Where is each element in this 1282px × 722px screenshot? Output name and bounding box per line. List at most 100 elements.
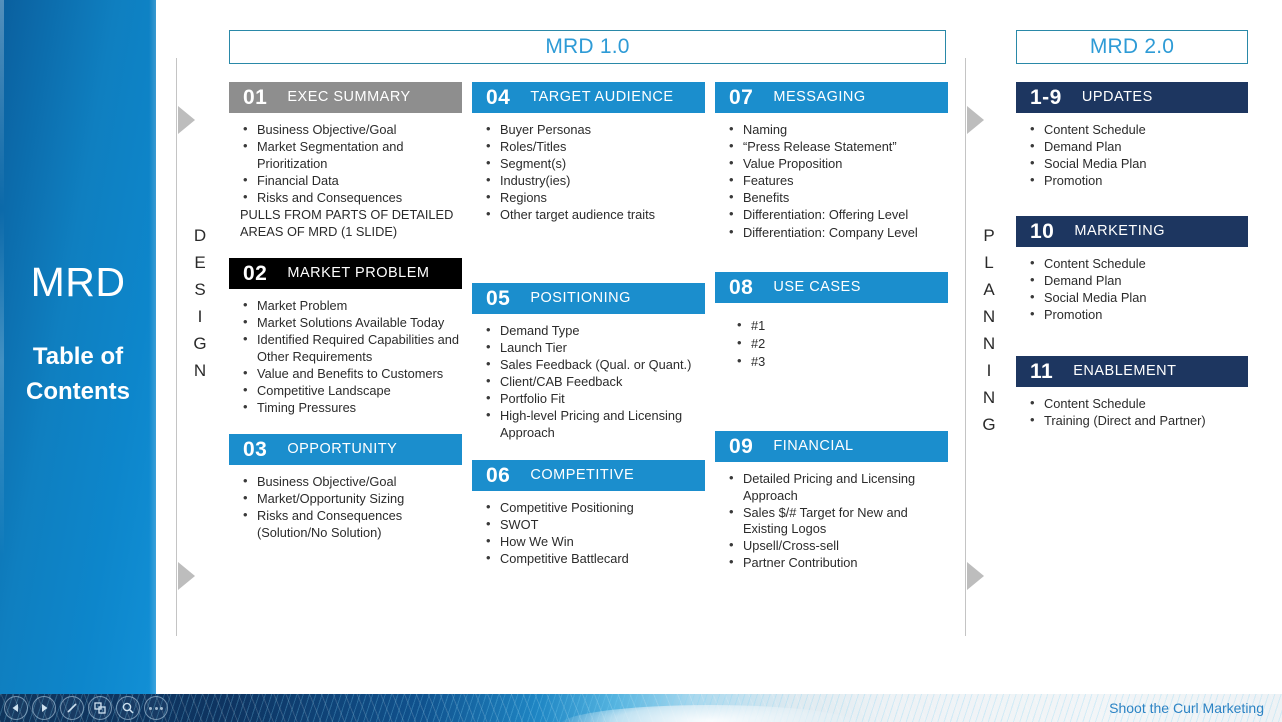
section-header-updates: 1-9 UPDATES (1016, 82, 1248, 113)
list-item: Regions (482, 189, 703, 207)
zoom-button[interactable] (116, 696, 140, 720)
section-header-messaging: 07 MESSAGING (715, 82, 948, 113)
grid-icon (94, 702, 106, 714)
list-item: Buyer Personas (482, 121, 703, 139)
section-number: 04 (486, 86, 511, 109)
section-card-updates[interactable]: 1-9 UPDATES Content Schedule Demand Plan… (1016, 82, 1248, 190)
section-bullets: Content Schedule Demand Plan Social Medi… (1026, 121, 1246, 190)
section-title: USE CASES (773, 279, 861, 296)
section-title: MARKET PROBLEM (287, 265, 430, 282)
section-title: POSITIONING (530, 290, 631, 307)
section-title: FINANCIAL (773, 438, 854, 455)
section-bullets: Market Problem Market Solutions Availabl… (239, 297, 460, 417)
list-item: Partner Contribution (725, 554, 946, 572)
section-body-positioning: Demand Type Launch Tier Sales Feedback (… (472, 314, 705, 442)
planning-phase-rail (965, 58, 966, 636)
panel-subtitle: Table of Contents (0, 340, 156, 410)
section-card-enablement[interactable]: 11 ENABLEMENT Content Schedule Training … (1016, 356, 1248, 430)
group-title-mrd2-label: MRD 2.0 (1089, 35, 1175, 58)
section-note: PULLS FROM PARTS OF DETAILED AREAS OF MR… (240, 206, 454, 239)
section-body-messaging: Naming “Press Release Statement” Value P… (715, 113, 948, 241)
list-item: Promotion (1026, 172, 1246, 190)
list-item: Market Solutions Available Today (239, 314, 460, 332)
phase-letter: N (193, 361, 207, 380)
section-card-use-cases[interactable]: 08 USE CASES #1 #2 #3 (715, 272, 948, 371)
list-item: Value and Benefits to Customers (239, 365, 460, 383)
list-item: Content Schedule (1026, 121, 1246, 139)
phase-letter: N (982, 307, 996, 326)
pen-tool-button[interactable] (60, 696, 84, 720)
section-card-competitive[interactable]: 06 COMPETITIVE Competitive Positioning S… (472, 460, 705, 568)
list-item: Training (Direct and Partner) (1026, 412, 1246, 430)
section-title: UPDATES (1081, 89, 1153, 106)
section-title: MARKETING (1074, 223, 1166, 240)
presentation-toolbar[interactable] (4, 695, 168, 721)
section-title: OPPORTUNITY (287, 441, 398, 458)
section-card-opportunity[interactable]: 03 OPPORTUNITY Business Objective/Goal M… (229, 434, 462, 542)
section-number: 11 (1030, 360, 1054, 383)
footer-wave-image (0, 694, 1282, 722)
list-item: Social Media Plan (1026, 289, 1246, 307)
section-bullets: Competitive Positioning SWOT How We Win … (482, 499, 703, 568)
list-item: Content Schedule (1026, 255, 1246, 273)
section-card-target-audience[interactable]: 04 TARGET AUDIENCE Buyer Personas Roles/… (472, 82, 705, 225)
section-number: 08 (729, 276, 754, 299)
section-card-exec-summary[interactable]: 01 EXEC SUMMARY Business Objective/Goal … (229, 82, 462, 240)
section-header-market-problem: 02 MARKET PROBLEM (229, 258, 462, 289)
phase-letter: D (193, 226, 207, 245)
list-item: Sales Feedback (Qual. or Quant.) (482, 356, 703, 374)
section-number: 09 (729, 435, 754, 458)
more-options-button[interactable] (144, 696, 168, 720)
list-item: Portfolio Fit (482, 390, 703, 408)
section-header-exec-summary: 01 EXEC SUMMARY (229, 82, 462, 113)
section-number: 03 (243, 438, 268, 461)
list-item: Differentiation: Offering Level (725, 206, 946, 224)
panel-title: MRD (30, 259, 126, 305)
list-item: Segment(s) (482, 155, 703, 173)
list-item: Content Schedule (1026, 395, 1246, 413)
planning-phase-label: PLANNING (974, 222, 1004, 438)
list-item: Demand Type (482, 322, 703, 340)
list-item: “Press Release Statement” (725, 138, 946, 156)
list-item: Competitive Landscape (239, 382, 460, 400)
section-body-marketing: Content Schedule Demand Plan Social Medi… (1016, 247, 1248, 324)
title-panel: MRD Table of Contents (0, 0, 156, 694)
magnifier-icon (122, 702, 134, 714)
section-number: 02 (243, 262, 268, 285)
phase-letter: I (197, 307, 203, 326)
list-item: Features (725, 172, 946, 190)
section-card-positioning[interactable]: 05 POSITIONING Demand Type Launch Tier S… (472, 283, 705, 442)
list-item: Launch Tier (482, 339, 703, 357)
section-body-use-cases: #1 #2 #3 (715, 303, 948, 371)
next-slide-button[interactable] (32, 696, 56, 720)
list-item: SWOT (482, 516, 703, 534)
section-bullets: Detailed Pricing and Licensing Approach … (725, 470, 946, 572)
list-item: Timing Pressures (239, 399, 460, 417)
list-item: Identified Required Capabilities and Oth… (239, 331, 460, 365)
panel-subtitle-line1: Table of (32, 343, 124, 370)
list-item: Business Objective/Goal (239, 121, 460, 139)
section-header-financial: 09 FINANCIAL (715, 431, 948, 462)
phase-letter: L (984, 253, 994, 272)
phase-letter: A (983, 280, 995, 299)
section-header-opportunity: 03 OPPORTUNITY (229, 434, 462, 465)
list-item: Market Segmentation and Prioritization (239, 138, 460, 172)
list-item: Risks and Consequences (239, 189, 460, 207)
list-item: Upsell/Cross-sell (725, 537, 946, 555)
section-card-financial[interactable]: 09 FINANCIAL Detailed Pricing and Licens… (715, 431, 948, 573)
section-card-messaging[interactable]: 07 MESSAGING Naming “Press Release State… (715, 82, 948, 242)
previous-slide-button[interactable] (4, 696, 28, 720)
design-rail-arrow-bottom-icon (178, 562, 195, 590)
design-phase-label: DESIGN (185, 222, 215, 384)
section-card-marketing[interactable]: 10 MARKETING Content Schedule Demand Pla… (1016, 216, 1248, 324)
design-phase-rail (176, 58, 177, 636)
section-bullets: Buyer Personas Roles/Titles Segment(s) I… (482, 121, 703, 224)
section-bullets: Business Objective/Goal Market Segmentat… (239, 121, 460, 207)
triangle-left-icon (12, 704, 18, 712)
list-item: Naming (725, 121, 946, 139)
list-item: How We Win (482, 533, 703, 551)
section-number: 05 (486, 287, 511, 310)
section-card-market-problem[interactable]: 02 MARKET PROBLEM Market Problem Market … (229, 258, 462, 417)
section-bullets: #1 #2 #3 (733, 316, 946, 371)
slide-grid-button[interactable] (88, 696, 112, 720)
